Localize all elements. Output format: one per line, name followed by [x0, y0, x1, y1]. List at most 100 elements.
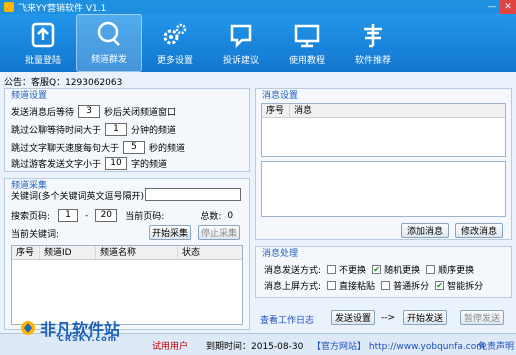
setting-label: 分钟的频道 [131, 126, 177, 136]
option-label: 不更换 [339, 266, 367, 276]
total-label: 总数: [200, 212, 222, 222]
current-keyword-label: 当前关键词: [11, 230, 60, 240]
column-header[interactable]: 频道名称 [96, 246, 178, 259]
page-separator: - [85, 210, 89, 221]
checkbox[interactable] [327, 281, 337, 290]
group-title: 频道设置 [11, 91, 48, 101]
window-controls: — ✕ [484, 0, 516, 14]
toolbar-recommend[interactable]: 软件推荐 [340, 14, 406, 72]
upload-icon [31, 22, 55, 48]
wait-seconds-input[interactable]: 3 [78, 105, 101, 118]
channel-table[interactable]: 序号 频道ID 频道名称 状态 [11, 245, 243, 325]
official-site-link[interactable]: 【官方网站】 http://www.yobqunfa.com [312, 339, 485, 352]
title-bar: 飞来YY营销软件 V1.1 — ✕ [0, 0, 516, 14]
pause-send-button[interactable]: 暂停发送 [460, 310, 504, 325]
main-toolbar: 批量登陆 频道群发 更多设置 投诉建议 使用教程 软件推荐 [0, 14, 516, 72]
toolbar-label: 投诉建议 [222, 56, 259, 66]
user-type: 试用用户 [152, 342, 189, 352]
page-label: 搜索页码: [11, 212, 51, 222]
start-collect-button[interactable]: 开始采集 [149, 225, 191, 240]
minimize-button[interactable]: — [484, 0, 500, 14]
toolbar-feedback[interactable]: 投诉建议 [208, 14, 274, 72]
send-option-random[interactable]: ✔ 随机更换 [372, 263, 420, 276]
column-header[interactable]: 消息 [290, 104, 505, 117]
page-from-input[interactable]: 1 [58, 209, 79, 222]
gears-icon [163, 23, 187, 45]
announcement-text: 公告：客服Q：1293062063 [4, 78, 123, 88]
edit-message-button[interactable]: 修改消息 [455, 223, 503, 238]
column-header[interactable]: 状态 [178, 246, 242, 259]
checkbox-checked[interactable]: ✔ [372, 265, 382, 274]
chat-bubble-icon [97, 21, 120, 46]
toolbar-label: 频道群发 [90, 55, 127, 65]
checkbox[interactable] [327, 265, 337, 274]
expire-date: 到期时间：2015-08-30 [206, 342, 304, 352]
current-page-label: 当前页码: [125, 212, 165, 222]
toolbar-channel-broadcast[interactable]: 频道群发 [76, 14, 142, 72]
page-to-input[interactable]: 20 [95, 209, 118, 222]
upload-mode-label: 消息上屏方式: [264, 282, 322, 292]
app-logo-icon [4, 2, 14, 12]
toolbar-label: 使用教程 [288, 56, 325, 66]
checkbox[interactable] [426, 265, 436, 274]
setting-label: 跳过游客发送文字小于 [11, 160, 102, 170]
toolbar-tutorial[interactable]: 使用教程 [274, 14, 340, 72]
chat-speed-seconds-input[interactable]: 5 [123, 141, 146, 154]
setting-label: 发送消息后等待 [11, 108, 75, 118]
column-header[interactable]: 序号 [12, 246, 40, 259]
setting-label: 字的频道 [131, 160, 168, 170]
table-header: 序号 频道ID 频道名称 状态 [12, 246, 242, 260]
upload-option-normal-split[interactable]: 普通拆分 [381, 279, 429, 292]
toolbar-more-settings[interactable]: 更多设置 [142, 14, 208, 72]
stop-collect-button[interactable]: 停止采集 [198, 225, 240, 240]
group-title: 消息设置 [262, 91, 299, 101]
message-editor[interactable] [261, 161, 506, 217]
toolbar-label: 更多设置 [156, 56, 193, 66]
public-wait-minutes-input[interactable]: 1 [105, 123, 128, 136]
watermark: 非凡软件站 CRSKY.com [20, 316, 120, 343]
message-table[interactable]: 序号 消息 [261, 103, 506, 157]
message-processing-group: 消息处理 消息发送方式: 不更换 ✔ 随机更换 顺序更换 消息上屏方式: 直接粘贴… [255, 246, 512, 298]
setting-label: 秒的频道 [149, 144, 186, 154]
table-header: 序号 消息 [262, 104, 505, 118]
setting-label: 跳过公聊等待时间大于 [11, 126, 102, 136]
setting-label: 跳过文字聊天速度每句大于 [11, 144, 120, 154]
group-title: 消息处理 [262, 249, 299, 259]
close-button[interactable]: ✕ [500, 0, 516, 14]
option-label: 普通拆分 [393, 282, 430, 292]
disclaimer-link[interactable]: 免责声明 [478, 339, 514, 352]
setting-label: 秒后关闭频道窗口 [104, 108, 177, 118]
recommend-glyph-icon [364, 24, 382, 48]
option-label: 顺序更换 [438, 266, 475, 276]
guest-char-limit-input[interactable]: 10 [105, 157, 128, 170]
send-mode-label: 消息发送方式: [264, 266, 322, 276]
column-header[interactable]: 频道ID [40, 246, 96, 259]
window-title: 飞来YY营销软件 V1.1 [18, 3, 107, 14]
option-label: 随机更换 [384, 266, 421, 276]
option-label: 智能拆分 [447, 282, 484, 292]
toolbar-label: 批量登陆 [24, 56, 61, 66]
option-label: 直接粘贴 [339, 282, 376, 292]
view-log-link[interactable]: 查看工作日志 [260, 313, 314, 326]
flow-arrow: --> [381, 313, 396, 323]
total-value: 0 [227, 210, 234, 221]
column-header[interactable]: 序号 [262, 104, 290, 117]
watermark-logo-icon [21, 321, 35, 335]
keyword-input[interactable] [145, 188, 241, 201]
watermark-subtext: CRSKY.com [58, 334, 118, 343]
tutorial-screen-icon [294, 24, 320, 48]
upload-option-smart-split[interactable]: ✔ 智能拆分 [435, 279, 483, 292]
send-option-sequential[interactable]: 顺序更换 [426, 263, 474, 276]
toolbar-batch-login[interactable]: 批量登陆 [10, 14, 76, 72]
upload-option-paste[interactable]: 直接粘贴 [327, 279, 375, 292]
start-send-button[interactable]: 开始发送 [403, 310, 447, 325]
message-settings-group: 消息设置 序号 消息 添加消息 修改消息 [255, 88, 512, 240]
toolbar-label: 软件推荐 [354, 56, 391, 66]
checkbox-checked[interactable]: ✔ [435, 281, 445, 290]
feedback-icon [230, 24, 252, 49]
channel-collect-group: 频道采集 关键词(多个关键词英文逗号隔开): 搜索页码: 1 - 20 当前页码… [4, 178, 250, 330]
add-message-button[interactable]: 添加消息 [401, 223, 449, 238]
checkbox[interactable] [381, 281, 391, 290]
send-settings-button[interactable]: 发送设置 [331, 310, 375, 325]
send-option-no-change[interactable]: 不更换 [327, 263, 366, 276]
